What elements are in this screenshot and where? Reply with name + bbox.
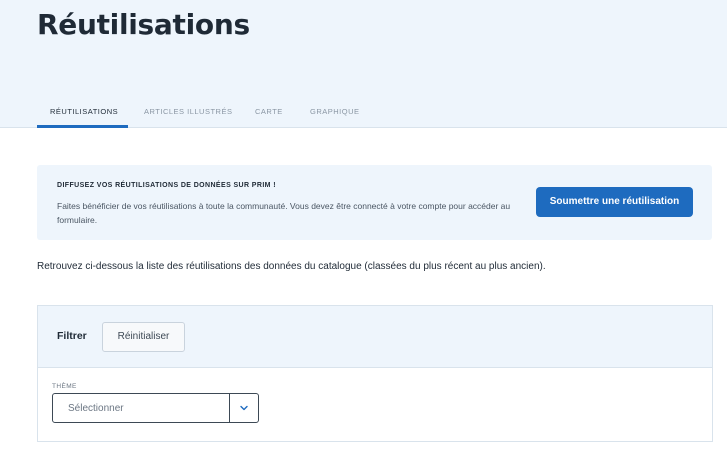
theme-select-value: Sélectionner: [68, 403, 124, 414]
page-header: Réutilisations RÉUTILISATIONS ARTICLES I…: [0, 0, 727, 128]
info-heading: DIFFUSEZ VOS RÉUTILISATIONS DE DONNÉES S…: [57, 182, 276, 189]
page-title: Réutilisations: [37, 8, 250, 41]
tab-reutilisations[interactable]: RÉUTILISATIONS: [37, 100, 128, 128]
tab-articles-illustres[interactable]: ARTICLES ILLUSTRÉS: [128, 100, 238, 128]
filter-title: Filtrer: [57, 330, 87, 342]
reset-button[interactable]: Réinitialiser: [102, 322, 185, 352]
chevron-down-icon[interactable]: [238, 402, 250, 414]
theme-select[interactable]: Sélectionner: [52, 393, 259, 423]
info-text: Faites bénéficier de vos réutilisations …: [57, 201, 511, 225]
tab-graphique[interactable]: GRAPHIQUE: [294, 100, 384, 128]
filter-panel: Filtrer Réinitialiser THÈME Sélectionner: [37, 305, 713, 442]
select-divider: [229, 394, 230, 422]
filter-header: Filtrer Réinitialiser: [38, 306, 712, 368]
submit-info-box: DIFFUSEZ VOS RÉUTILISATIONS DE DONNÉES S…: [37, 165, 712, 240]
tab-bar: RÉUTILISATIONS ARTICLES ILLUSTRÉS CARTE …: [37, 100, 384, 128]
tab-carte[interactable]: CARTE: [238, 100, 294, 128]
theme-label: THÈME: [52, 383, 77, 390]
submit-reuse-button[interactable]: Soumettre une réutilisation: [536, 187, 693, 217]
intro-text: Retrouvez ci-dessous la liste des réutil…: [37, 261, 546, 272]
